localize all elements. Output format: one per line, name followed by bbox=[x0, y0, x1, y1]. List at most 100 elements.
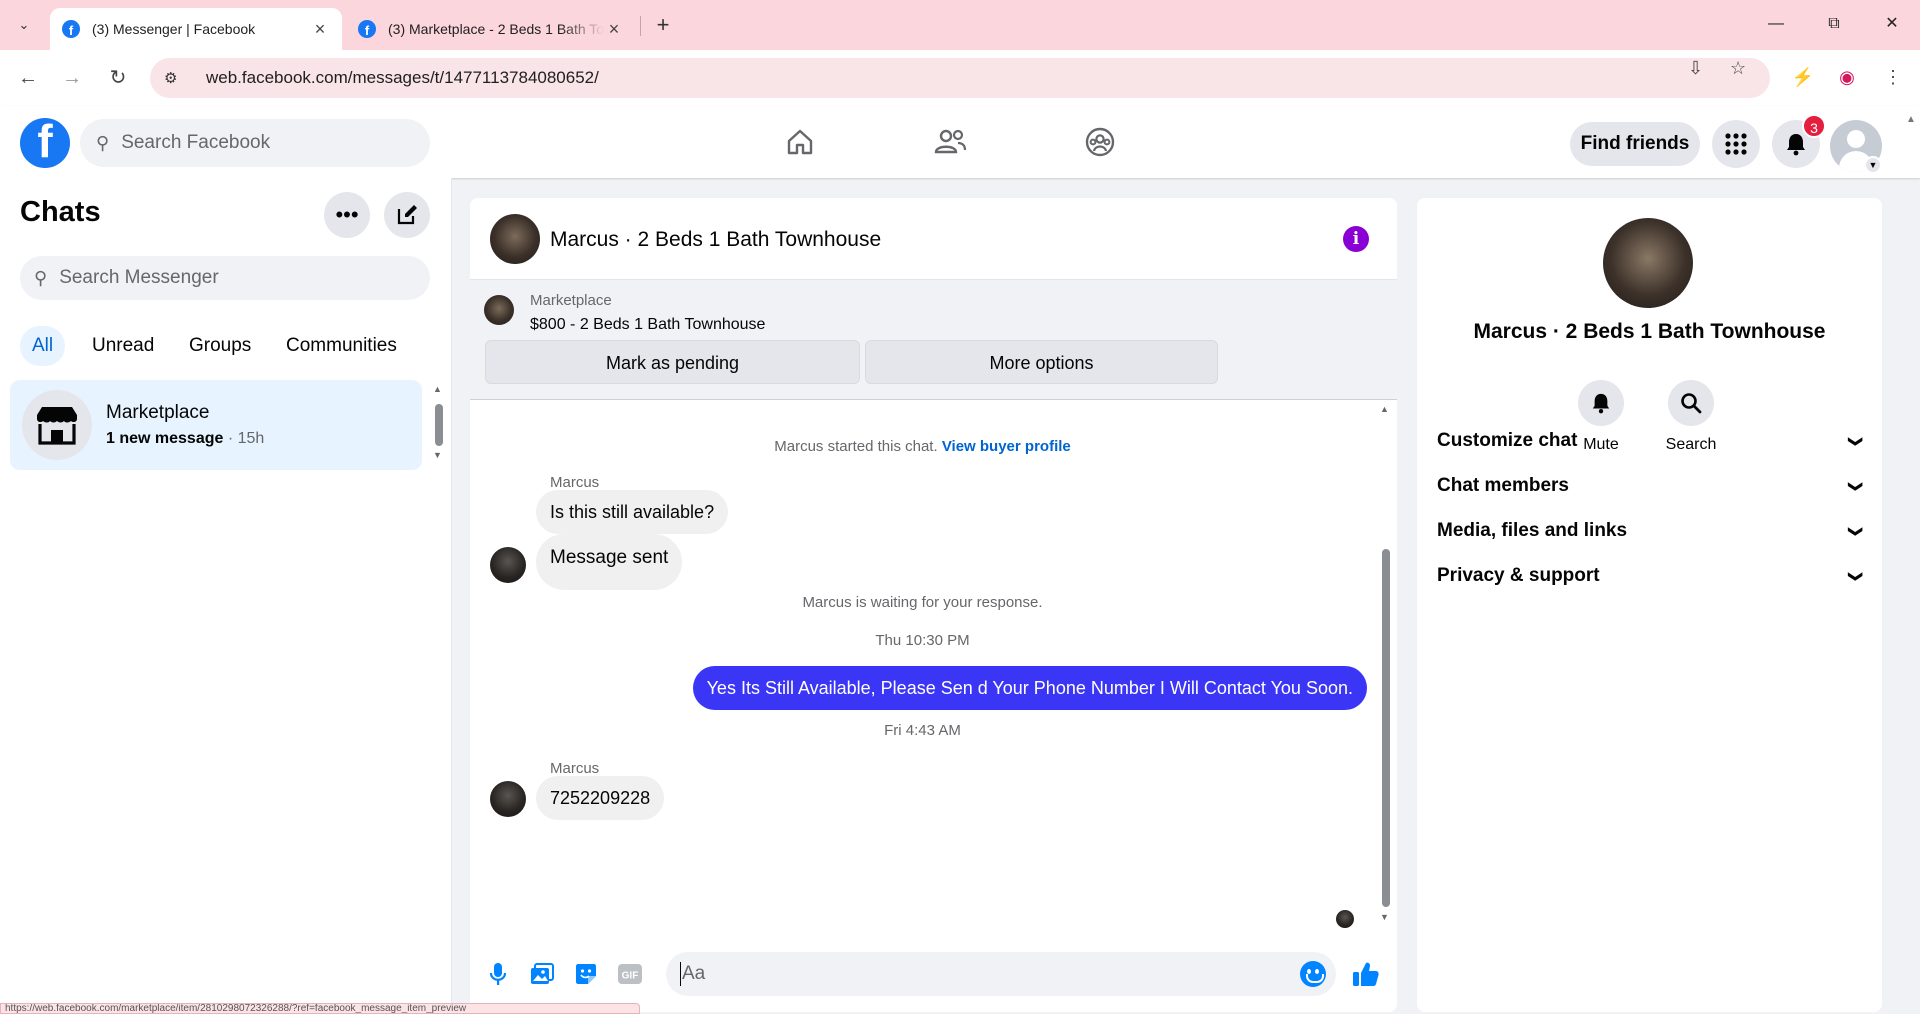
text-caret bbox=[680, 962, 681, 986]
home-nav-icon[interactable] bbox=[770, 120, 830, 164]
tab-divider bbox=[640, 16, 641, 36]
view-buyer-profile-link[interactable]: View buyer profile bbox=[942, 438, 1071, 455]
facebook-logo-icon[interactable]: f bbox=[20, 118, 70, 168]
install-app-icon[interactable]: ⇩ bbox=[1688, 58, 1703, 79]
contact-profile-avatar[interactable] bbox=[1603, 218, 1693, 308]
thread-scrollbar[interactable]: ▲ ▼ bbox=[1379, 404, 1393, 924]
section-privacy-support[interactable]: Privacy & support ❯ bbox=[1437, 556, 1865, 596]
listing-thumbnail[interactable] bbox=[484, 295, 514, 325]
address-url[interactable]: web.facebook.com/messages/t/147711378408… bbox=[206, 68, 599, 88]
back-icon[interactable]: ← bbox=[14, 64, 42, 92]
page-scrollbar[interactable]: ▲ bbox=[1902, 114, 1920, 1014]
friends-nav-icon[interactable] bbox=[920, 120, 980, 164]
section-label: Media, files and links bbox=[1437, 520, 1628, 541]
microphone-icon[interactable] bbox=[482, 958, 514, 990]
groups-nav-icon[interactable] bbox=[1070, 120, 1130, 164]
tab-close-icon[interactable]: × bbox=[604, 19, 624, 40]
listing-source: Marketplace bbox=[530, 292, 612, 309]
message-timestamp: Thu 10:30 PM bbox=[875, 632, 970, 649]
reload-icon[interactable]: ↻ bbox=[104, 64, 132, 92]
search-icon: ⚲ bbox=[34, 267, 48, 288]
profile-icon[interactable]: ◉ bbox=[1834, 64, 1860, 90]
conversation-pane: Marcus · 2 Beds 1 Bath Townhouse i Marke… bbox=[470, 198, 1397, 1012]
listing-title[interactable]: $800 - 2 Beds 1 Bath Townhouse bbox=[530, 316, 765, 334]
incoming-message[interactable]: Message sent bbox=[536, 534, 683, 590]
browser-toolbar: ← → ↻ ⚙ web.facebook.com/messages/t/1477… bbox=[0, 50, 1920, 106]
new-message-compose-icon[interactable] bbox=[384, 192, 430, 238]
account-chevron-down-icon[interactable]: ▼ bbox=[1864, 156, 1882, 174]
tab-messenger[interactable]: f (3) Messenger | Facebook × bbox=[50, 8, 342, 50]
address-bar[interactable]: ⚙ web.facebook.com/messages/t/1477113784… bbox=[150, 58, 1770, 98]
sender-avatar[interactable] bbox=[490, 547, 526, 583]
marketplace-store-icon bbox=[22, 390, 92, 460]
chat-options-more-icon[interactable]: ••• bbox=[324, 192, 370, 238]
messenger-search-input[interactable]: ⚲ Search Messenger bbox=[20, 256, 430, 300]
tab-title: (3) Marketplace - 2 Beds 1 Bath Townhous… bbox=[388, 21, 604, 37]
find-friends-button[interactable]: Find friends bbox=[1570, 122, 1700, 166]
chat-list-scrollbar[interactable]: ▲ ▼ bbox=[432, 384, 446, 464]
outgoing-message[interactable]: Yes Its Still Available, Please Sen d Yo… bbox=[692, 666, 1367, 710]
tab-close-icon[interactable]: × bbox=[310, 19, 330, 40]
incoming-message[interactable]: Is this still available? bbox=[536, 490, 729, 534]
chat-preview-text: 1 new message bbox=[106, 430, 224, 447]
search-placeholder: Search Messenger bbox=[59, 267, 219, 288]
incoming-message[interactable]: 7252209228 bbox=[536, 776, 665, 820]
sender-avatar[interactable] bbox=[490, 781, 526, 817]
svg-text:GIF: GIF bbox=[622, 971, 639, 982]
photo-attach-icon[interactable] bbox=[526, 958, 558, 990]
search-placeholder: Search Facebook bbox=[121, 132, 271, 153]
sticker-icon[interactable] bbox=[570, 958, 602, 990]
facebook-header: f ⚲ Search Facebook Find friends 3 ▼ bbox=[0, 106, 1920, 178]
filter-communities[interactable]: Communities bbox=[274, 326, 409, 366]
sender-name: Marcus bbox=[550, 760, 600, 777]
mark-as-pending-button[interactable]: Mark as pending bbox=[485, 340, 860, 384]
message-timestamp: Fri 4:43 AM bbox=[884, 722, 961, 739]
new-tab-icon[interactable]: + bbox=[650, 12, 676, 38]
search-icon: ⚲ bbox=[96, 132, 110, 153]
forward-icon[interactable]: → bbox=[58, 64, 86, 92]
section-media-files-links[interactable]: Media, files and links ❯ bbox=[1437, 511, 1865, 551]
section-chat-members[interactable]: Chat members ❯ bbox=[1437, 466, 1865, 506]
window-close-icon[interactable]: ✕ bbox=[1870, 10, 1914, 38]
message-input-placeholder: Aa bbox=[682, 963, 706, 984]
facebook-search-input[interactable]: ⚲ Search Facebook bbox=[80, 119, 430, 167]
waiting-notice: Marcus is waiting for your response. bbox=[802, 594, 1043, 611]
chat-started-notice: Marcus started this chat. View buyer pro… bbox=[470, 438, 1375, 455]
contact-avatar[interactable] bbox=[490, 214, 540, 264]
bell-icon bbox=[1578, 380, 1624, 426]
menu-grid-icon[interactable] bbox=[1712, 120, 1760, 168]
gif-icon[interactable]: GIF bbox=[614, 958, 646, 990]
extension-icon[interactable]: ⚡ bbox=[1790, 64, 1816, 90]
tab-search-menu-icon[interactable]: ⌄ bbox=[10, 12, 38, 38]
filter-groups[interactable]: Groups bbox=[177, 326, 263, 366]
chat-time: 15h bbox=[237, 430, 265, 447]
browser-menu-icon[interactable]: ⋮ bbox=[1880, 64, 1906, 90]
minimize-icon[interactable]: — bbox=[1754, 10, 1798, 38]
emoji-icon[interactable] bbox=[1300, 961, 1326, 987]
chevron-down-icon: ❯ bbox=[1848, 570, 1865, 582]
conversation-title[interactable]: Marcus · 2 Beds 1 Bath Townhouse bbox=[550, 228, 881, 252]
restore-icon[interactable]: ⧉ bbox=[1812, 10, 1856, 38]
more-options-button[interactable]: More options bbox=[865, 340, 1218, 384]
section-label: Chat members bbox=[1437, 475, 1569, 496]
browser-status-url: https://web.facebook.com/marketplace/ite… bbox=[0, 1003, 640, 1014]
chevron-down-icon: ❯ bbox=[1848, 435, 1865, 447]
conversation-info-panel: Marcus · 2 Beds 1 Bath Townhouse Mute Se… bbox=[1417, 198, 1882, 1012]
section-customize-chat[interactable]: Customize chat ❯ bbox=[1437, 421, 1865, 461]
facebook-favicon-icon: f bbox=[358, 20, 376, 38]
filter-unread[interactable]: Unread bbox=[80, 326, 166, 366]
notification-badge: 3 bbox=[1802, 114, 1826, 138]
tab-title: (3) Messenger | Facebook bbox=[92, 21, 256, 37]
conversation-info-icon[interactable]: i bbox=[1343, 226, 1369, 252]
chat-list-item-marketplace[interactable]: Marketplace 1 new message · 15h bbox=[10, 380, 422, 470]
filter-all[interactable]: All bbox=[20, 326, 66, 366]
thumbs-up-like-icon[interactable] bbox=[1350, 958, 1382, 990]
message-input[interactable]: Aa bbox=[666, 952, 1336, 996]
site-settings-icon[interactable]: ⚙ bbox=[164, 69, 184, 87]
contact-name: Marcus · 2 Beds 1 Bath Townhouse bbox=[1473, 320, 1826, 343]
read-receipt-avatar bbox=[1336, 910, 1354, 928]
marketplace-listing-banner: Marketplace $800 - 2 Beds 1 Bath Townhou… bbox=[470, 280, 1397, 400]
message-thread: Marcus started this chat. View buyer pro… bbox=[470, 400, 1397, 930]
tab-marketplace[interactable]: f (3) Marketplace - 2 Beds 1 Bath Townho… bbox=[346, 8, 636, 50]
bookmark-star-icon[interactable]: ☆ bbox=[1730, 58, 1746, 79]
